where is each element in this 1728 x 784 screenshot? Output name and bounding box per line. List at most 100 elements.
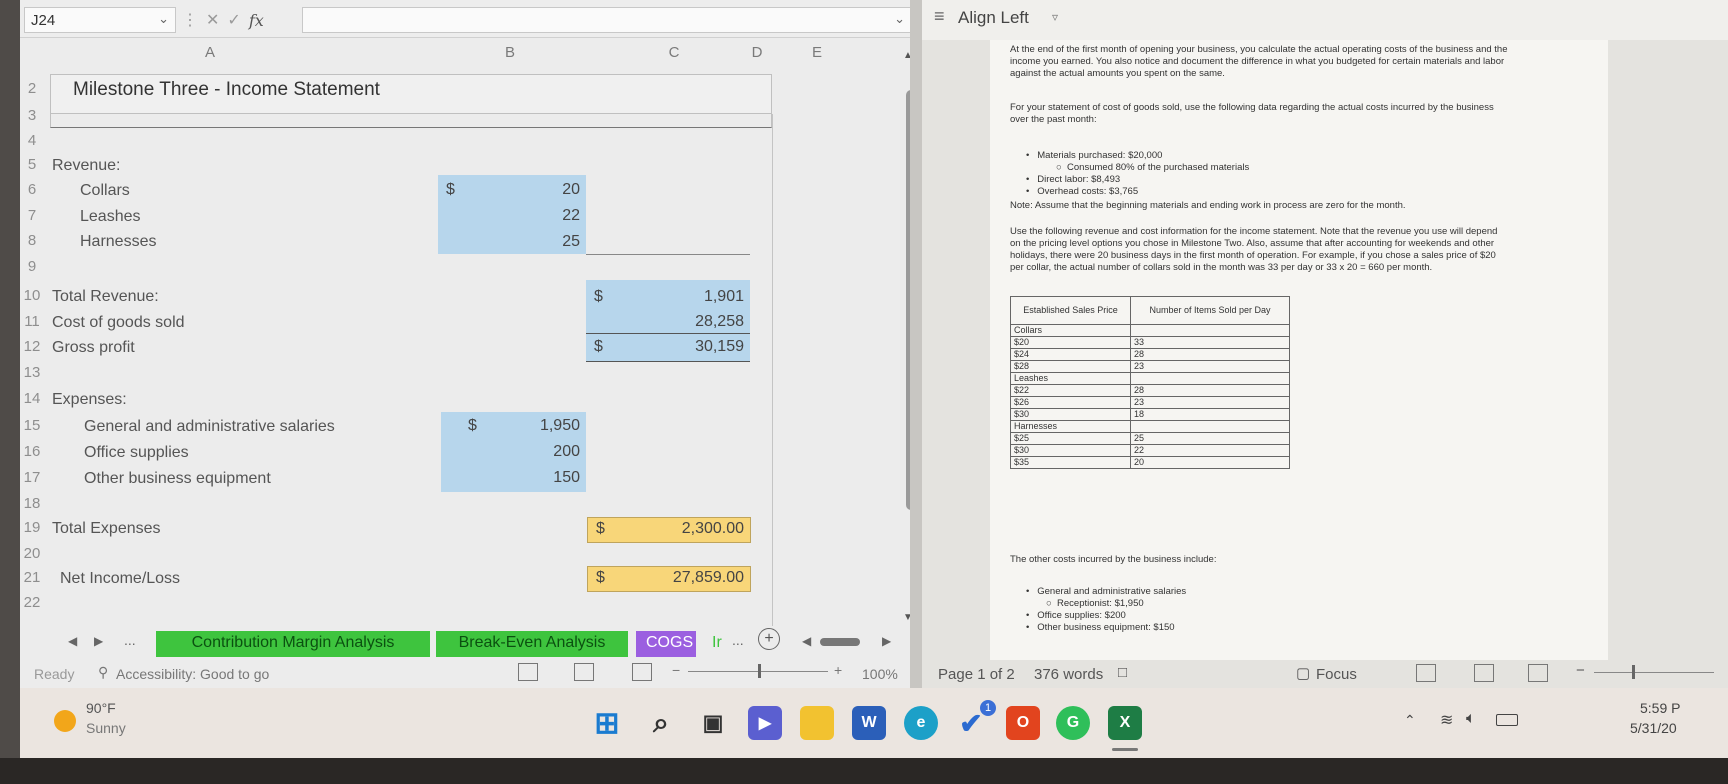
scroll-down-icon[interactable]: ▼ [903, 612, 910, 623]
collars-price[interactable]: 20 [500, 181, 580, 199]
tab-scroll-right-icon[interactable]: ▶ [94, 634, 103, 648]
read-mode-icon[interactable] [1416, 664, 1436, 682]
zoom-out-icon[interactable]: − [672, 662, 680, 678]
chevron-up-icon[interactable]: ⌃ [1404, 712, 1416, 729]
align-left-icon[interactable]: ≡ [934, 6, 945, 27]
column-header-b[interactable]: B [490, 44, 530, 66]
page-layout-icon[interactable] [574, 663, 594, 681]
row-number[interactable]: 12 [22, 338, 42, 355]
label-gross-profit[interactable]: Gross profit [52, 339, 135, 357]
row-number[interactable]: 22 [22, 594, 42, 611]
column-header-a[interactable]: A [170, 44, 250, 66]
row-number[interactable]: 2 [22, 80, 42, 97]
edge-browser-icon[interactable]: e [904, 706, 938, 740]
row-number[interactable]: 19 [22, 519, 42, 536]
file-explorer-icon[interactable] [800, 706, 834, 740]
weather-temp[interactable]: 90°F [86, 700, 116, 716]
column-header-c[interactable]: C [654, 44, 694, 66]
insert-function-icon[interactable]: fx [249, 11, 264, 30]
harnesses-price[interactable]: 25 [500, 233, 580, 251]
row-number[interactable]: 7 [22, 207, 42, 224]
gross-profit-value[interactable]: 30,159 [640, 338, 744, 356]
row-number[interactable]: 11 [22, 313, 42, 330]
label-net-income[interactable]: Net Income/Loss [60, 570, 180, 588]
word-app-icon[interactable]: W [852, 706, 886, 740]
leashes-price[interactable]: 22 [500, 207, 580, 225]
row-number[interactable]: 5 [22, 156, 42, 173]
column-header-e[interactable]: E [802, 44, 832, 66]
column-header-d[interactable]: D [742, 44, 772, 66]
row-number[interactable]: 15 [22, 417, 42, 434]
word-count[interactable]: 376 words [1034, 666, 1103, 683]
align-left-label[interactable]: Align Left [958, 8, 1029, 28]
windows-start-icon[interactable]: ⊞ [590, 706, 624, 740]
horizontal-scrollbar[interactable] [820, 638, 860, 646]
chevron-down-icon[interactable]: ⌄ [894, 11, 905, 27]
page-count[interactable]: Page 1 of 2 [938, 666, 1015, 683]
zoom-level[interactable]: 100% [862, 666, 898, 682]
chevron-down-icon[interactable]: ▿ [1052, 10, 1058, 24]
tab-overflow[interactable]: ... [732, 632, 744, 648]
label-leashes[interactable]: Leashes [80, 208, 141, 226]
zoom-slider[interactable] [1594, 672, 1714, 673]
volume-icon[interactable]: 🔈︎ [1466, 710, 1476, 728]
tab-cogs[interactable]: COGS [636, 631, 696, 657]
row-number[interactable]: 17 [22, 469, 42, 486]
focus-icon[interactable]: ▢ [1296, 664, 1310, 682]
row-number[interactable]: 21 [22, 569, 42, 586]
label-total-revenue[interactable]: Total Revenue: [52, 288, 159, 306]
zoom-thumb[interactable] [758, 664, 761, 678]
row-number[interactable]: 9 [22, 258, 42, 275]
sheet-scroll-right-icon[interactable]: ▶ [882, 634, 891, 648]
label-other-equipment[interactable]: Other business equipment [84, 470, 271, 488]
label-ga-salaries[interactable]: General and administrative salaries [84, 418, 335, 436]
label-office-supplies[interactable]: Office supplies [84, 444, 189, 462]
name-box[interactable]: J24 ⌄ [24, 7, 176, 33]
tab-scroll-left-icon[interactable]: ◀ [68, 634, 77, 648]
teams-chat-icon[interactable]: ▶ [748, 706, 782, 740]
row-number[interactable]: 16 [22, 443, 42, 460]
zoom-out-icon[interactable]: − [1576, 662, 1585, 679]
row-number[interactable]: 6 [22, 181, 42, 198]
row-number[interactable]: 20 [22, 545, 42, 562]
office-app-icon[interactable]: O [1006, 706, 1040, 740]
row-number[interactable]: 10 [22, 287, 42, 304]
tab-more[interactable]: ... [124, 632, 136, 648]
zoom-in-icon[interactable]: + [834, 662, 842, 678]
label-total-expenses[interactable]: Total Expenses [52, 520, 161, 538]
add-sheet-icon[interactable]: + [758, 628, 780, 650]
office-supplies-value[interactable]: 200 [500, 443, 580, 461]
row-number[interactable]: 4 [22, 132, 42, 149]
formula-input[interactable]: ⌄ [302, 7, 910, 33]
label-harnesses[interactable]: Harnesses [80, 233, 156, 251]
label-collars[interactable]: Collars [80, 182, 130, 200]
clock-date[interactable]: 5/31/20 [1630, 720, 1677, 736]
battery-icon[interactable] [1496, 714, 1518, 726]
row-number[interactable]: 13 [22, 364, 42, 381]
normal-view-icon[interactable] [518, 663, 538, 681]
sheet-title[interactable]: Milestone Three - Income Statement [50, 74, 772, 114]
search-icon[interactable]: ⌕ [644, 706, 678, 740]
row-number[interactable]: 14 [22, 390, 42, 407]
task-view-icon[interactable]: ▣ [696, 706, 730, 740]
ga-salaries-value[interactable]: 1,950 [500, 417, 580, 435]
cogs-value[interactable]: 28,258 [640, 313, 744, 331]
focus-label[interactable]: Focus [1316, 666, 1357, 683]
label-expenses[interactable]: Expenses: [52, 391, 127, 409]
wifi-icon[interactable]: ≋ [1440, 710, 1453, 730]
scroll-up-icon[interactable]: ▲ [903, 50, 910, 61]
tab-ir[interactable]: Ir [702, 631, 730, 657]
accessibility-status[interactable]: Accessibility: Good to go [116, 666, 269, 682]
grammarly-icon[interactable]: G [1056, 706, 1090, 740]
sheet-scroll-left-icon[interactable]: ◀ [802, 634, 811, 648]
chevron-down-icon[interactable]: ⌄ [158, 11, 169, 27]
tab-contribution-margin[interactable]: Contribution Margin Analysis [156, 631, 430, 657]
clock-time[interactable]: 5:59 P [1640, 700, 1680, 716]
label-revenue[interactable]: Revenue: [52, 157, 121, 175]
proofing-icon[interactable]: □ [1118, 664, 1127, 681]
cancel-icon[interactable]: ✕ [206, 10, 219, 30]
weather-desc[interactable]: Sunny [86, 720, 126, 736]
row-number[interactable]: 3 [22, 107, 42, 124]
other-equipment-value[interactable]: 150 [500, 469, 580, 487]
row-number[interactable]: 8 [22, 232, 42, 249]
